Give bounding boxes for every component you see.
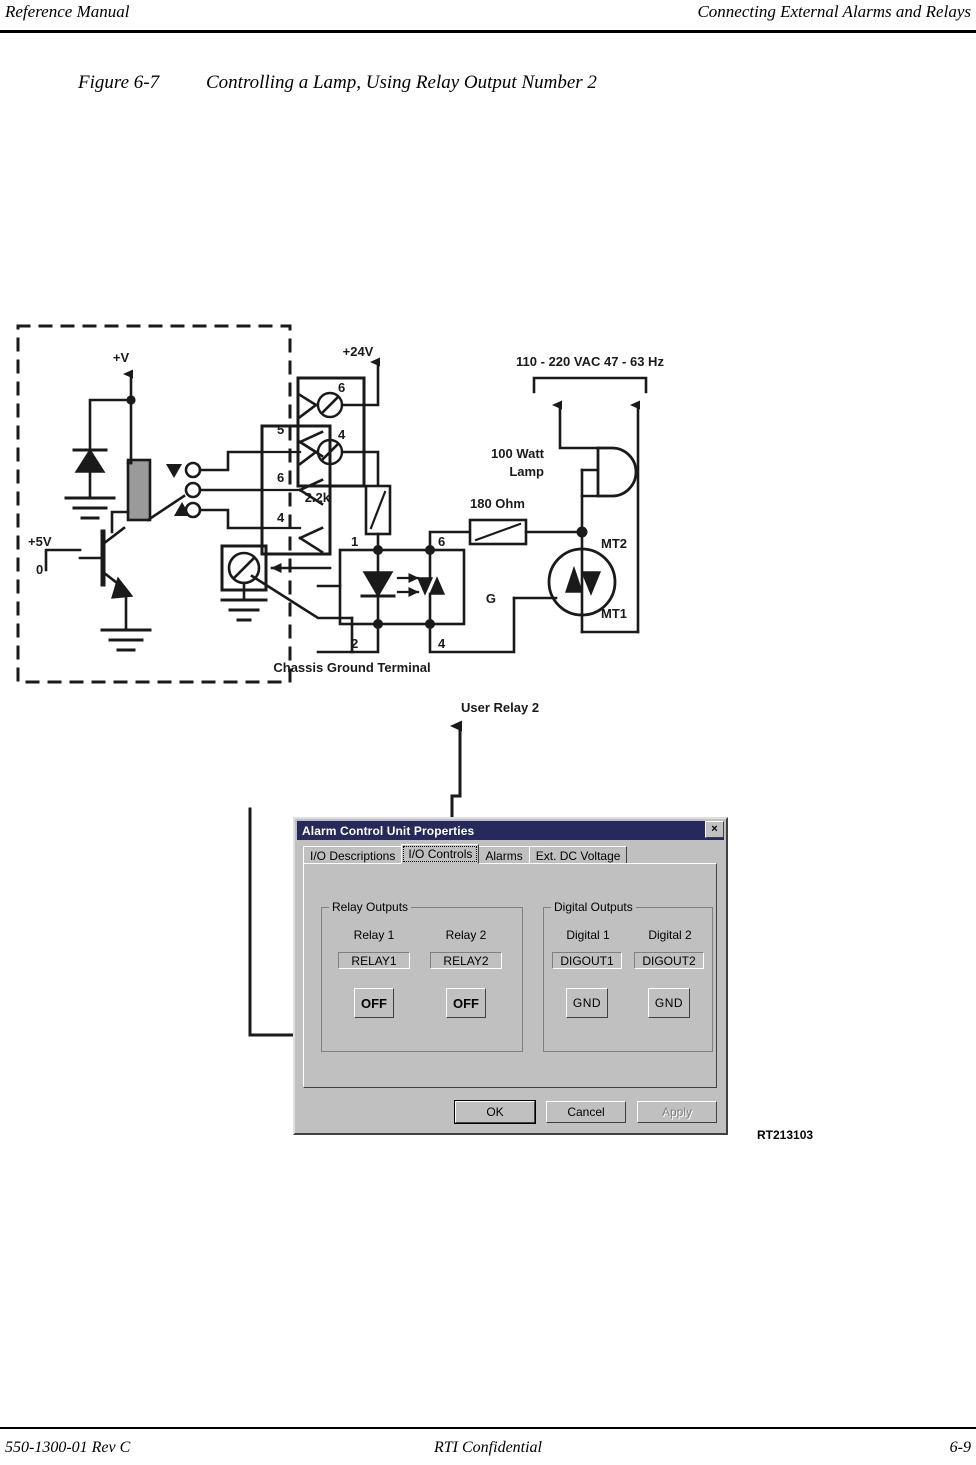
- digital-1-state-button[interactable]: GND: [566, 988, 608, 1018]
- running-footer: 550-1300-01 Rev C RTI Confidential 6-9: [0, 1413, 976, 1465]
- optocoupler-body: [338, 548, 466, 626]
- tab-io-controls[interactable]: I/O Controls: [401, 844, 480, 864]
- header-right-text: Connecting External Alarms and Relays: [697, 2, 971, 21]
- dialog-title-text: Alarm Control Unit Properties: [302, 823, 475, 838]
- tab-strip: I/O Descriptions I/O Controls Alarms Ext…: [303, 844, 628, 864]
- opto-pin-6: 6: [438, 534, 445, 549]
- label-mt1: MT1: [601, 606, 627, 621]
- group-digital-outputs-legend: Digital Outputs: [551, 900, 636, 914]
- label-lamp-line2: Lamp: [509, 464, 544, 479]
- running-header: Reference Manual Connecting External Ala…: [0, 0, 976, 40]
- relay-1-header: Relay 1: [353, 928, 395, 942]
- tb-pin-label-6: 6: [338, 380, 345, 395]
- label-ac-source: 110 - 220 VAC 47 - 63 Hz: [516, 354, 664, 369]
- header-rule: [0, 30, 976, 33]
- footer-left-text: 550-1300-01 Rev C: [5, 1439, 131, 1456]
- digital-2-name-field[interactable]: DIGOUT2: [634, 952, 704, 969]
- relay-1-name-field[interactable]: RELAY1: [338, 952, 410, 969]
- opto-pin-2: 2: [351, 636, 358, 651]
- relay-2-state-button[interactable]: OFF: [446, 988, 486, 1018]
- manual-page: Reference Manual Connecting External Ala…: [0, 0, 976, 1465]
- figure-number: Figure 6-7: [78, 72, 160, 93]
- tab-ext-dc-voltage[interactable]: Ext. DC Voltage: [528, 846, 628, 864]
- tab-panel-io-controls: Relay Outputs Relay 1 Relay 2 RELAY1 REL…: [303, 863, 717, 1088]
- tab-alarms[interactable]: Alarms: [478, 846, 530, 864]
- cancel-button[interactable]: Cancel: [546, 1101, 626, 1123]
- group-digital-outputs: Digital Outputs Digital 1 Digital 2 DIGO…: [543, 900, 713, 1052]
- close-icon[interactable]: ×: [705, 821, 724, 838]
- label-gate: G: [486, 591, 496, 606]
- label-lamp-line1: 100 Watt: [491, 446, 545, 461]
- dialog-title-bar: Alarm Control Unit Properties: [297, 821, 724, 840]
- label-plus-v: +V: [113, 350, 130, 365]
- digital-1-name-field[interactable]: DIGOUT1: [552, 952, 622, 969]
- relay-2-name-field[interactable]: RELAY2: [430, 952, 502, 969]
- digital-2-state-button[interactable]: GND: [648, 988, 690, 1018]
- pin-label-6: 6: [277, 470, 284, 485]
- relay-2-header: Relay 2: [445, 928, 487, 942]
- label-logic-zero: 0: [36, 562, 43, 577]
- header-left-text: Reference Manual: [5, 2, 130, 21]
- footer-page-number: 6-9: [949, 1439, 971, 1456]
- figure-caption: Figure 6-7 Controlling a Lamp, Using Rela…: [78, 72, 597, 94]
- dialog-button-row: OK Cancel Apply: [455, 1101, 717, 1123]
- label-chassis-ground: Chassis Ground Terminal: [273, 660, 430, 675]
- apply-button: Apply: [637, 1101, 717, 1123]
- figure-title: Controlling a Lamp, Using Relay Output N…: [206, 72, 597, 93]
- footer-rule: [0, 1427, 976, 1429]
- alarm-control-unit-properties-dialog[interactable]: Alarm Control Unit Properties × I/O Desc…: [293, 817, 728, 1135]
- ok-button[interactable]: OK: [455, 1101, 535, 1123]
- circuit-schematic: +V +5V 0 +24V 5 6 4 6 4 2.2k 1 2 6 4 180…: [0, 300, 976, 720]
- label-180ohm: 180 Ohm: [470, 496, 525, 511]
- digital-2-header: Digital 2: [648, 928, 692, 942]
- drawing-number: RT213103: [757, 1128, 814, 1142]
- label-2k2: 2.2k: [305, 490, 331, 505]
- label-plus-5v: +5V: [28, 534, 52, 549]
- footer-center-text: RTI Confidential: [434, 1439, 542, 1456]
- relay-coil: [126, 458, 152, 522]
- pin-label-5: 5: [277, 422, 284, 437]
- opto-pin-4: 4: [438, 636, 446, 651]
- relay-1-state-button[interactable]: OFF: [354, 988, 394, 1018]
- label-mt2: MT2: [601, 536, 627, 551]
- label-plus-24v: +24V: [343, 344, 374, 359]
- group-relay-outputs: Relay Outputs Relay 1 Relay 2 RELAY1 REL…: [321, 900, 523, 1052]
- lamp-symbol: [596, 446, 638, 498]
- tab-io-descriptions[interactable]: I/O Descriptions: [303, 846, 403, 864]
- group-relay-outputs-legend: Relay Outputs: [329, 900, 412, 914]
- tb-pin-label-4: 4: [338, 427, 346, 442]
- pin-label-4: 4: [277, 510, 285, 525]
- digital-1-header: Digital 1: [566, 928, 610, 942]
- opto-pin-1: 1: [351, 534, 358, 549]
- unit-boundary-dashed: [16, 324, 292, 684]
